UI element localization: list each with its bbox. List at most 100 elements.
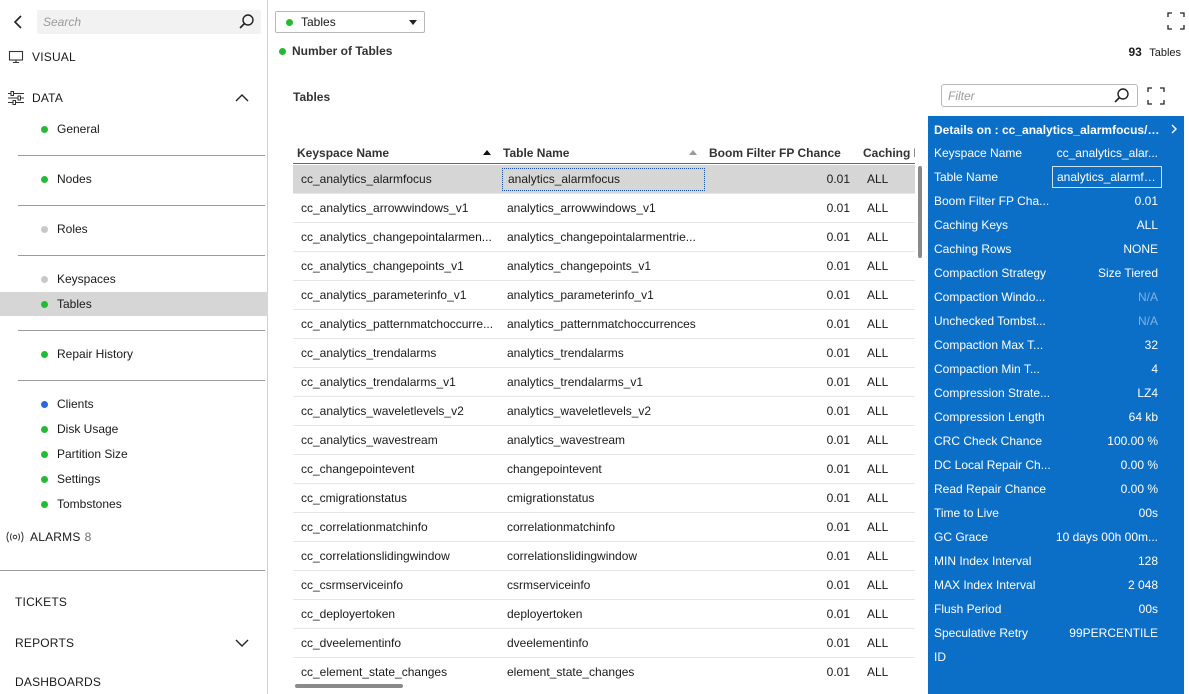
column-header-keyspace-name[interactable]: Keyspace Name: [293, 144, 499, 163]
filter-input[interactable]: [942, 85, 1107, 106]
keyspace-cell: cc_correlationslidingwindow: [301, 549, 450, 563]
chevron-right-icon[interactable]: [1170, 123, 1178, 138]
detail-value: 00s: [1138, 602, 1158, 616]
caching-cell: ALL: [867, 549, 889, 563]
table-header: Keyspace Name Table Name Boom Filter FP …: [293, 144, 915, 164]
bloom-filter-cell: 0.01: [826, 201, 850, 215]
search-input[interactable]: [37, 10, 222, 34]
chevron-up-icon[interactable]: [234, 92, 250, 107]
sidebar-item-roles[interactable]: Roles: [0, 217, 268, 241]
sidebar-item-disk-usage[interactable]: Disk Usage: [0, 417, 268, 441]
sidebar-item-partition-size[interactable]: Partition Size: [0, 442, 268, 466]
detail-value[interactable]: analytics_alarmfo...: [1052, 166, 1162, 188]
table-row[interactable]: cc_analytics_parameterinfo_v1 analytics_p…: [293, 281, 915, 310]
search-icon[interactable]: [238, 13, 256, 34]
table-row[interactable]: cc_analytics_trendalarms_v1 analytics_tre…: [293, 368, 915, 397]
table-row[interactable]: cc_analytics_waveletlevels_v2 analytics_w…: [293, 397, 915, 426]
table-name-cell: analytics_changepoints_v1: [507, 259, 652, 273]
status-dot: [286, 18, 293, 26]
sidebar-item-label: Disk Usage: [57, 422, 119, 436]
detail-key: ID: [934, 650, 946, 664]
sidebar-item-repair-history[interactable]: Repair History: [0, 342, 268, 366]
caching-cell: ALL: [867, 288, 889, 302]
table-row[interactable]: cc_analytics_patternmatchoccurre... analy…: [293, 310, 915, 339]
back-arrow-icon[interactable]: [10, 12, 28, 32]
sidebar-item-nodes[interactable]: Nodes: [0, 167, 268, 191]
detail-row: Table Name analytics_alarmfo...: [928, 165, 1184, 189]
detail-row: Caching Rows NONE: [928, 237, 1184, 261]
keyspace-cell: cc_dveelementinfo: [301, 636, 402, 650]
detail-value: 0.00 %: [1120, 482, 1158, 496]
detail-value: 4: [1151, 362, 1158, 376]
detail-key: Compression Length: [934, 410, 1045, 424]
table-row[interactable]: cc_correlationslidingwindow correlationsl…: [293, 542, 915, 571]
sidebar-item-tables[interactable]: Tables: [0, 292, 268, 316]
caching-cell: ALL: [867, 491, 889, 505]
table-row[interactable]: cc_analytics_wavestream analytics_wavestr…: [293, 426, 915, 455]
keyspace-cell: cc_analytics_waveletlevels_v2: [301, 404, 464, 418]
keyspace-cell: cc_analytics_arrowwindows_v1: [301, 201, 469, 215]
table-row[interactable]: cc_analytics_changepointalarmen... analyt…: [293, 223, 915, 252]
section-reports[interactable]: REPORTS: [0, 631, 268, 655]
table-row[interactable]: cc_dveelementinfo dveelementinfo 0.01 ALL: [293, 629, 915, 658]
detail-value: NONE: [1123, 242, 1158, 256]
caching-cell: ALL: [867, 520, 889, 534]
table-row[interactable]: cc_element_state_changes element_state_ch…: [293, 658, 915, 686]
chevron-down-icon[interactable]: [234, 637, 250, 652]
sidebar-item-settings[interactable]: Settings: [0, 467, 268, 491]
table-name-cell: cmigrationstatus: [507, 491, 595, 505]
view-selector-dropdown[interactable]: Tables: [275, 11, 425, 33]
bloom-filter-cell: 0.01: [826, 317, 850, 331]
section-visual[interactable]: VISUAL: [0, 45, 268, 69]
detail-value: 10 days 00h 00m...: [1055, 530, 1158, 544]
table-row[interactable]: cc_correlationmatchinfo correlationmatchi…: [293, 513, 915, 542]
table-name-cell: analytics_arrowwindows_v1: [507, 201, 656, 215]
table-row[interactable]: cc_csrmserviceinfo csrmserviceinfo 0.01 ALL: [293, 571, 915, 600]
detail-value: 00s: [1138, 506, 1158, 520]
caret-down-icon: [409, 20, 417, 25]
sidebar-item-keyspaces[interactable]: Keyspaces: [0, 267, 268, 291]
table-row[interactable]: cc_changepointevent changepointevent 0.01 A…: [293, 455, 915, 484]
section-dashboards[interactable]: DASHBOARDS: [0, 670, 268, 694]
sidebar-item-tombstones[interactable]: Tombstones: [0, 492, 268, 516]
keyspace-cell: cc_cmigrationstatus: [301, 491, 408, 505]
table-row[interactable]: cc_analytics_changepoints_v1 analytics_ch…: [293, 252, 915, 281]
sidebar-item-clients[interactable]: Clients: [0, 392, 268, 416]
table-row[interactable]: cc_deployertoken deployertoken 0.01 ALL: [293, 600, 915, 629]
sidebar-item-general[interactable]: General: [0, 117, 268, 141]
caching-cell: ALL: [867, 259, 889, 273]
search-icon[interactable]: [1113, 87, 1131, 108]
section-alarms[interactable]: ALARMS 8: [0, 525, 268, 549]
bloom-filter-cell: 0.01: [826, 375, 850, 389]
keyspace-cell: cc_element_state_changes: [301, 665, 448, 679]
detail-key: Compression Strate...: [934, 386, 1051, 400]
detail-key: Read Repair Chance: [934, 482, 1047, 496]
table-row[interactable]: cc_cmigrationstatus cmigrationstatus 0.01 A…: [293, 484, 915, 513]
sidebar-item-label: Clients: [57, 397, 94, 411]
detail-row: Caching Keys ALL: [928, 213, 1184, 237]
section-data[interactable]: DATA: [0, 86, 268, 110]
table-name-cell: analytics_parameterinfo_v1: [507, 288, 654, 302]
section-tickets[interactable]: TICKETS: [0, 590, 268, 614]
detail-row: Boom Filter FP Cha... 0.01: [928, 189, 1184, 213]
column-header-table-name[interactable]: Table Name: [499, 144, 705, 163]
column-header-bloom-filter[interactable]: Boom Filter FP Chance: [705, 144, 859, 163]
number-of-tables-title: Number of Tables: [279, 44, 392, 58]
caching-cell: ALL: [867, 607, 889, 621]
table-name-cell: analytics_waveletlevels_v2: [507, 404, 652, 418]
column-header-caching[interactable]: Caching K: [859, 144, 915, 163]
vertical-scrollbar[interactable]: [918, 166, 922, 258]
table-row[interactable]: cc_analytics_arrowwindows_v1 analytics_ar…: [293, 194, 915, 223]
table-row[interactable]: cc_analytics_alarmfocus analytics_alarmfo…: [293, 165, 915, 194]
table-fullscreen-icon[interactable]: [1147, 87, 1165, 108]
keyspace-cell: cc_analytics_changepointalarmen...: [301, 230, 492, 244]
table-row[interactable]: cc_analytics_trendalarms analytics_trenda…: [293, 339, 915, 368]
caching-cell: ALL: [867, 636, 889, 650]
horizontal-scrollbar[interactable]: [295, 684, 403, 688]
divider: [18, 255, 265, 256]
fullscreen-icon[interactable]: [1167, 12, 1185, 33]
detail-key: Keyspace Name: [934, 146, 1023, 160]
keyspace-cell: cc_analytics_changepoints_v1: [301, 259, 464, 273]
table-name-cell: element_state_changes: [507, 665, 635, 679]
detail-key: GC Grace: [934, 530, 989, 544]
